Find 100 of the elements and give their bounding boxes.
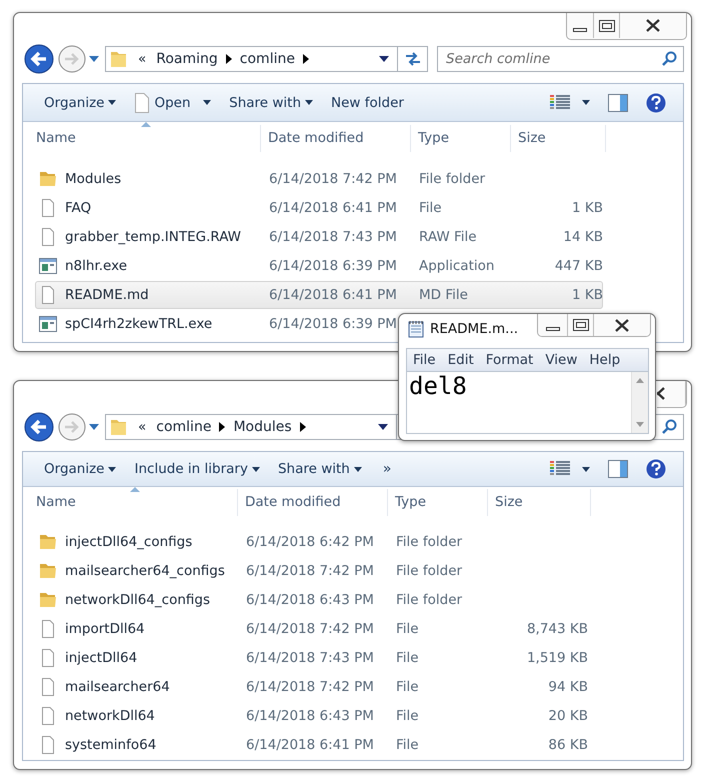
toolbar-menu[interactable]: Organize: [35, 455, 126, 484]
date-cell-text: 6/14/2018 6:42 PM: [245, 534, 375, 550]
maximize-button[interactable]: [594, 13, 620, 38]
maximize-icon: [572, 319, 588, 331]
chevron-icon[interactable]: [226, 54, 232, 64]
menu-item[interactable]: Help: [583, 352, 626, 368]
column-header[interactable]: Size: [511, 125, 606, 152]
address-bar[interactable]: « Roaming comline: [105, 46, 428, 72]
date-cell-text: 6/14/2018 6:43 PM: [245, 708, 375, 724]
date-cell-text: 6/14/2018 7:43 PM: [245, 650, 375, 666]
folder-icon: [110, 417, 128, 437]
column-header[interactable]: Type: [411, 125, 511, 152]
back-button[interactable]: [24, 44, 54, 74]
date-cell-text: 6/14/2018 7:43 PM: [268, 229, 398, 245]
file-row[interactable]: Modules 6/14/2018 7:42 PM File folder: [35, 165, 603, 193]
date-cell-text: 6/14/2018 6:41 PM: [268, 200, 398, 216]
column-header[interactable]: Type: [388, 489, 488, 516]
date-cell-text: 6/14/2018 6:39 PM: [268, 258, 398, 274]
date-cell-text: 6/14/2018 6:43 PM: [245, 592, 375, 608]
file-icon: [39, 228, 57, 246]
search-icon[interactable]: [661, 51, 677, 67]
date-cell-text: 6/14/2018 7:42 PM: [268, 171, 398, 187]
size-cell: 1,519 KB: [526, 650, 588, 666]
breadcrumb[interactable]: Modules: [233, 419, 292, 435]
file-name: mailsearcher64: [65, 679, 170, 695]
pane-icon: [608, 94, 628, 112]
date-cell-text: 6/14/2018 7:42 PM: [245, 563, 375, 579]
file-row[interactable]: FAQ 6/14/2018 6:41 PM File 1 KB: [35, 194, 603, 222]
file-row[interactable]: spCI4rh2zkewTRL.exe 6/14/2018 6:39 PM: [35, 310, 397, 338]
type-cell: Application: [419, 258, 494, 274]
type-cell: File: [396, 679, 419, 695]
minimize-button[interactable]: [567, 13, 594, 38]
folder-icon: [39, 592, 57, 608]
file-icon: [39, 199, 57, 217]
close-button[interactable]: [620, 13, 686, 38]
path-overflow: «: [138, 419, 146, 435]
file-row[interactable]: injectDll64 6/14/2018 7:43 PM File 1,519 KB: [35, 644, 593, 672]
dropdown-icon[interactable]: [378, 424, 388, 430]
size-cell: 86 KB: [548, 737, 588, 753]
chevron-icon[interactable]: [300, 422, 306, 432]
toolbar-menu[interactable]: Share with: [268, 455, 371, 484]
menu-item[interactable]: File: [407, 352, 442, 368]
file-row[interactable]: systeminfo64 6/14/2018 6:41 PM File 86 KB: [35, 731, 593, 759]
file-name: Modules: [65, 171, 122, 187]
file-icon: [39, 736, 57, 754]
caret-icon: [582, 100, 590, 105]
breadcrumb[interactable]: comline: [240, 51, 295, 67]
toolbar-button[interactable]: New folder: [322, 88, 413, 116]
file-row[interactable]: injectDll64_configs 6/14/2018 6:42 PM File folder: [35, 528, 593, 556]
search-icon[interactable]: [661, 419, 677, 435]
caret-icon: [203, 100, 212, 105]
chevron-icon[interactable]: [302, 54, 309, 64]
size-cell: 14 KB: [563, 229, 603, 245]
file-row[interactable]: networkDll64_configs 6/14/2018 6:43 PM File folder: [35, 586, 593, 614]
arrow-left-icon: [24, 412, 54, 442]
file-name: networkDll64: [65, 708, 155, 724]
toolbar-menu[interactable]: Share with: [220, 88, 322, 116]
close-button[interactable]: [594, 314, 650, 336]
close-button[interactable]: [657, 381, 686, 406]
type-cell: File: [396, 708, 419, 724]
file-name: README.md: [65, 287, 149, 303]
column-header[interactable]: Size: [488, 489, 591, 516]
breadcrumb[interactable]: Roaming: [156, 51, 218, 67]
file-row[interactable]: mailsearcher64_configs 6/14/2018 7:42 PM File folder: [35, 557, 593, 585]
folder-icon: [39, 171, 57, 187]
open-menu[interactable]: Open: [125, 88, 220, 116]
file-icon: [39, 620, 57, 638]
file-row[interactable]: grabber_temp.INTEG.RAW 6/14/2018 7:43 PM RAW File 14 KB: [35, 223, 603, 251]
chevron-icon[interactable]: [219, 422, 226, 432]
date-cell-text: 6/14/2018 6:39 PM: [268, 316, 398, 332]
file-row[interactable]: networkDll64 6/14/2018 6:43 PM File 20 KB: [35, 702, 593, 730]
maximize-button[interactable]: [568, 314, 594, 336]
dropdown-icon[interactable]: [379, 56, 389, 62]
window-title: README.m...: [430, 321, 520, 337]
minimize-icon: [573, 27, 587, 33]
file-row[interactable]: n8lhr.exe 6/14/2018 6:39 PM Application 447 KB: [35, 252, 603, 280]
date-cell-text: 6/14/2018 7:42 PM: [245, 679, 375, 695]
file-icon: [39, 678, 57, 696]
menu-item[interactable]: Format: [480, 352, 540, 368]
search-field[interactable]: Search comline: [437, 46, 684, 72]
menu-item[interactable]: Edit: [442, 352, 480, 368]
minimize-button[interactable]: [538, 314, 568, 336]
column-header[interactable]: Date modified: [261, 125, 411, 152]
arrow-right-icon: [58, 413, 86, 441]
caret-icon: [108, 466, 116, 472]
type-cell: File: [396, 621, 419, 637]
toolbar-menu[interactable]: Organize: [35, 88, 126, 116]
breadcrumb[interactable]: comline: [156, 419, 212, 435]
help-icon: [646, 459, 666, 480]
file-row[interactable]: mailsearcher64 6/14/2018 7:42 PM File 94 KB: [35, 673, 593, 701]
more-button[interactable]: »: [370, 455, 404, 484]
caret-icon: [582, 466, 590, 472]
notepad-icon: [407, 320, 425, 338]
file-row[interactable]: README.md 6/14/2018 6:41 PM MD File 1 KB: [35, 281, 603, 309]
toolbar-menu[interactable]: Include in library: [125, 455, 269, 484]
application-icon: [39, 258, 57, 274]
column-header[interactable]: Date modified: [238, 489, 388, 516]
menu-item[interactable]: View: [539, 352, 584, 368]
file-row[interactable]: importDll64 6/14/2018 7:42 PM File 8,743 KB: [35, 615, 593, 643]
back-button[interactable]: [24, 412, 54, 442]
